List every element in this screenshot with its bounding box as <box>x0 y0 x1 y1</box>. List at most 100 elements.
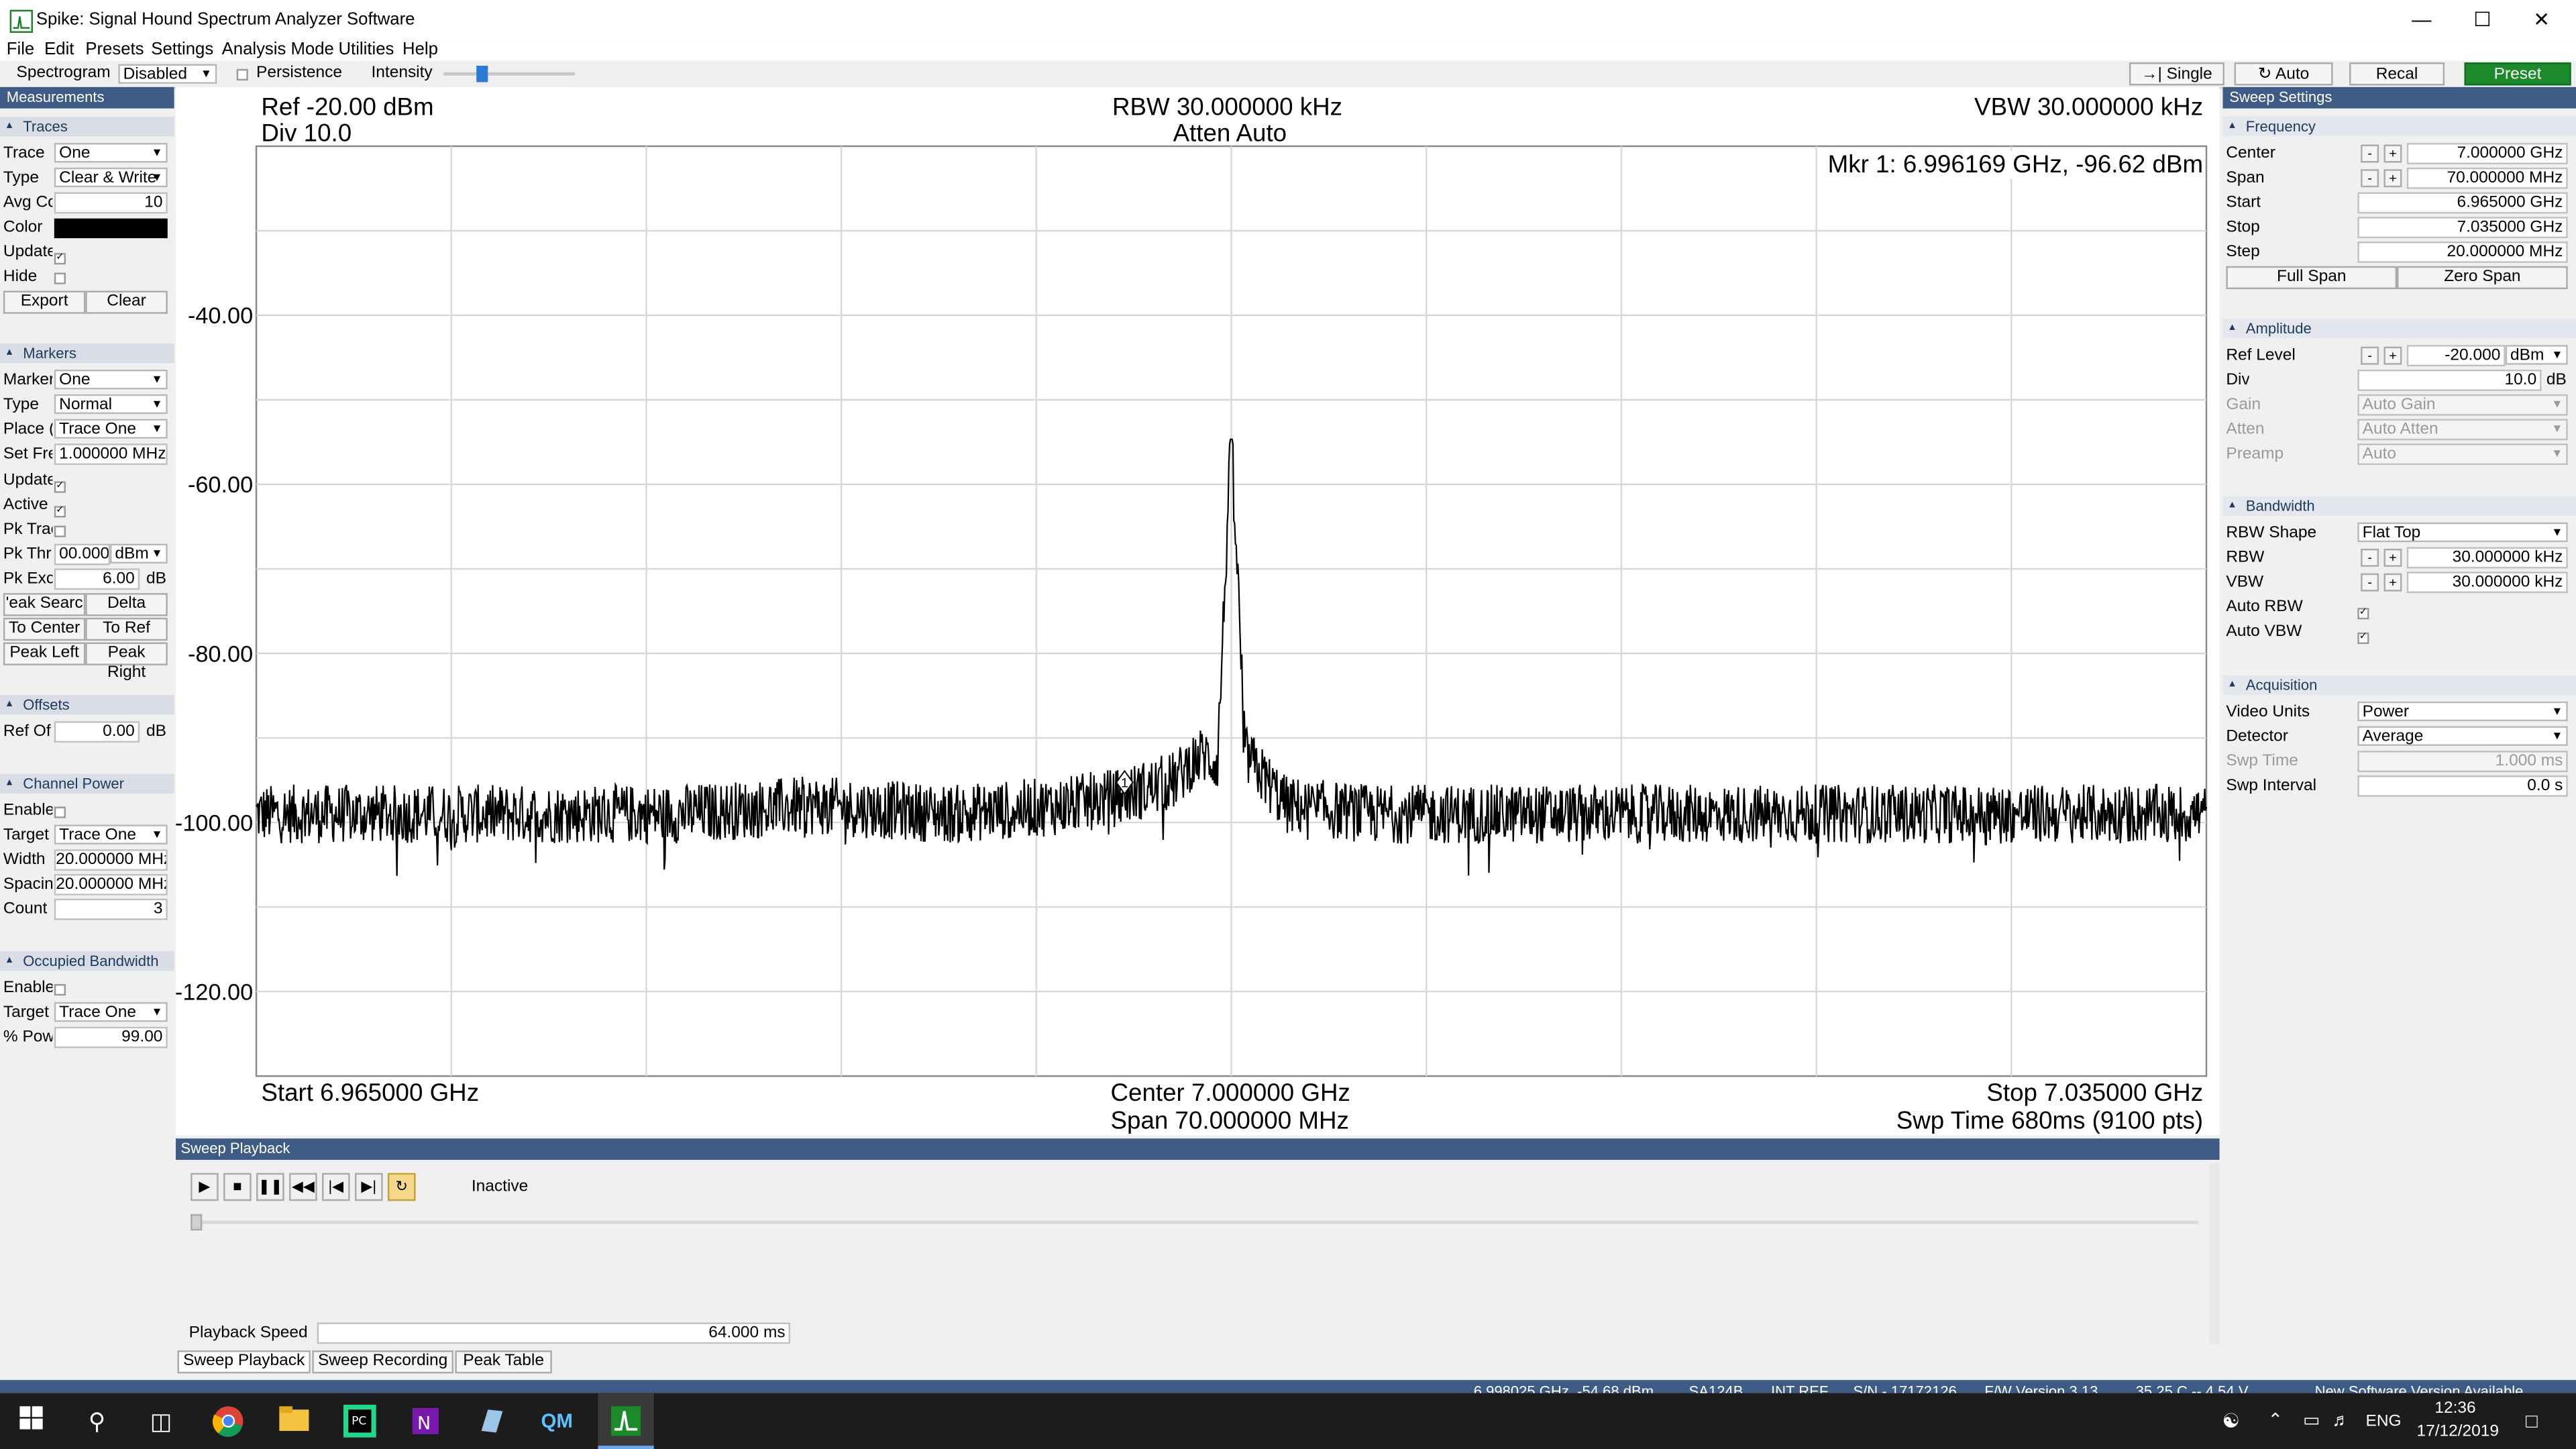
trace-hide-checkbox[interactable] <box>54 271 66 289</box>
maximize-icon[interactable]: ☐ <box>2449 3 2515 36</box>
rbw-input[interactable]: 30.000000 kHz <box>2406 547 2568 569</box>
clear-button[interactable]: Clear <box>85 290 168 314</box>
pycharm-icon[interactable]: PC <box>341 1404 378 1438</box>
close-icon[interactable]: ✕ <box>2509 3 2575 36</box>
set-freq-input[interactable]: 1.000000 MHz <box>54 443 168 466</box>
task-view-icon[interactable]: ◫ <box>143 1405 179 1438</box>
tab-sweep-playback[interactable]: Sweep Playback <box>177 1350 311 1374</box>
people-icon[interactable]: ☯ <box>2213 1405 2249 1438</box>
chevron-up-icon[interactable]: ⌃ <box>2257 1405 2294 1438</box>
persistence-checkbox[interactable] <box>236 67 248 85</box>
to-ref-button[interactable]: To Ref <box>85 617 168 641</box>
clock-date[interactable]: 17/12/2019 <box>2416 1423 2499 1441</box>
swp-time-input[interactable]: 1.000 ms <box>2357 751 2568 773</box>
menu-analysis-mode[interactable]: Analysis Mode <box>222 40 334 61</box>
menu-presets[interactable]: Presets <box>85 40 144 61</box>
marker-active-checkbox[interactable]: ✓ <box>54 499 66 518</box>
start-input[interactable]: 6.965000 GHz <box>2357 192 2568 214</box>
channel-count-input[interactable]: 3 <box>54 898 168 920</box>
traces-section-header[interactable]: Traces <box>0 116 174 137</box>
channel-power-section-header[interactable]: Channel Power <box>0 773 174 794</box>
language-indicator[interactable]: ENG <box>2366 1413 2402 1431</box>
search-icon[interactable]: ⚲ <box>79 1405 115 1438</box>
menu-help[interactable]: Help <box>402 40 438 61</box>
step-input[interactable]: 20.000000 MHz <box>2357 241 2568 263</box>
marker-place-select[interactable]: Trace One ▼ <box>54 419 168 439</box>
export-button[interactable]: Export <box>3 290 86 314</box>
clock-time[interactable]: 12:36 <box>2434 1400 2475 1418</box>
menu-settings[interactable]: Settings <box>151 40 213 61</box>
channel-width-input[interactable]: 20.000000 MHz <box>54 849 168 871</box>
chrome-icon[interactable] <box>210 1405 246 1438</box>
pause-icon[interactable]: ❚❚ <box>256 1173 284 1201</box>
single-sweep-button[interactable]: →| Single <box>2129 62 2224 86</box>
loop-icon[interactable]: ↻ <box>387 1173 416 1201</box>
bandwidth-section-header[interactable]: Bandwidth <box>2222 496 2576 516</box>
occupied-bw-target-select[interactable]: Trace One ▼ <box>54 1002 168 1022</box>
center-increment[interactable]: + <box>2383 144 2402 163</box>
occupied-bandwidth-section-header[interactable]: Occupied Bandwidth <box>0 951 174 971</box>
play-icon[interactable]: ▶ <box>191 1173 219 1201</box>
peak-right-button[interactable]: Peak Right <box>85 642 168 682</box>
volume-icon[interactable]: ♬ <box>2323 1405 2359 1438</box>
span-input[interactable]: 70.000000 MHz <box>2406 167 2568 189</box>
minimize-icon[interactable]: — <box>2389 3 2455 36</box>
app-icon[interactable] <box>473 1405 509 1438</box>
playback-speed-input[interactable]: 64.000 ms <box>317 1322 790 1344</box>
rewind-icon[interactable]: ◀◀ <box>289 1173 317 1201</box>
trace-color-swatch[interactable] <box>54 218 168 239</box>
onenote-icon[interactable]: N <box>407 1405 443 1438</box>
intensity-slider-thumb[interactable] <box>476 65 488 83</box>
tab-peak-table[interactable]: Peak Table <box>455 1350 552 1374</box>
spike-taskbar-button[interactable] <box>598 1393 654 1449</box>
percent-power-input[interactable]: 99.00 <box>54 1026 168 1049</box>
delta-button[interactable]: Delta <box>85 593 168 616</box>
div-input[interactable]: 10.0 <box>2357 370 2542 391</box>
acquisition-section-header[interactable]: Acquisition <box>2222 675 2576 695</box>
skip-back-icon[interactable]: |◀ <box>322 1173 350 1201</box>
center-input[interactable]: 7.000000 GHz <box>2406 143 2568 164</box>
vbw-input[interactable]: 30.000000 kHz <box>2406 572 2568 594</box>
avg-count-input[interactable]: 10 <box>54 192 168 214</box>
video-units-select[interactable]: Power ▼ <box>2357 701 2568 722</box>
marker-select[interactable]: One ▼ <box>54 370 168 390</box>
span-increment[interactable]: + <box>2383 169 2402 188</box>
rbw-increment[interactable]: + <box>2383 548 2402 567</box>
qm-icon[interactable]: QM <box>539 1405 575 1438</box>
peak-threshold-input[interactable]: 00.000 <box>54 543 111 566</box>
detector-select[interactable]: Average ▼ <box>2357 726 2568 746</box>
file-explorer-icon[interactable] <box>276 1405 312 1438</box>
start-icon[interactable] <box>13 1405 50 1438</box>
trace-select[interactable]: One ▼ <box>54 143 168 163</box>
vbw-increment[interactable]: + <box>2383 573 2402 592</box>
ref-level-unit-select[interactable]: dBm ▼ <box>2505 345 2568 365</box>
menu-utilities[interactable]: Utilities <box>338 40 394 61</box>
playback-scrollbar[interactable] <box>2209 1163 2220 1344</box>
stop-icon[interactable]: ■ <box>223 1173 252 1201</box>
menu-file[interactable]: File <box>7 40 34 61</box>
ref-offset-input[interactable]: 0.00 <box>54 721 140 743</box>
channel-spacing-input[interactable]: 20.000000 MHz <box>54 873 168 896</box>
peak-track-checkbox[interactable] <box>54 524 66 542</box>
intensity-slider[interactable] <box>443 65 576 83</box>
channel-power-target-select[interactable]: Trace One ▼ <box>54 824 168 845</box>
ref-level-decrement[interactable]: - <box>2361 346 2379 365</box>
auto-vbw-checkbox[interactable]: ✓ <box>2357 626 2369 645</box>
preamp-select[interactable]: Auto ▼ <box>2357 443 2568 466</box>
recal-button[interactable]: Recal <box>2349 62 2445 86</box>
rbw-shape-select[interactable]: Flat Top ▼ <box>2357 522 2568 543</box>
gain-select[interactable]: Auto Gain ▼ <box>2357 394 2568 416</box>
trace-type-select[interactable]: Clear & Write ▼ <box>54 167 168 188</box>
tab-sweep-recording[interactable]: Sweep Recording <box>312 1350 453 1374</box>
peak-threshold-unit[interactable]: dBm ▼ <box>110 543 168 564</box>
swp-interval-input[interactable]: 0.0 s <box>2357 775 2568 797</box>
menu-edit[interactable]: Edit <box>44 40 74 61</box>
skip-forward-icon[interactable]: ▶| <box>354 1173 383 1201</box>
to-center-button[interactable]: To Center <box>3 617 86 641</box>
auto-rbw-checkbox[interactable]: ✓ <box>2357 601 2369 620</box>
preset-button[interactable]: Preset <box>2464 62 2571 86</box>
vbw-decrement[interactable]: - <box>2361 573 2379 592</box>
center-decrement[interactable]: - <box>2361 144 2379 163</box>
spectrogram-select[interactable]: Disabled ▼ <box>118 64 217 84</box>
markers-section-header[interactable]: Markers <box>0 343 174 364</box>
